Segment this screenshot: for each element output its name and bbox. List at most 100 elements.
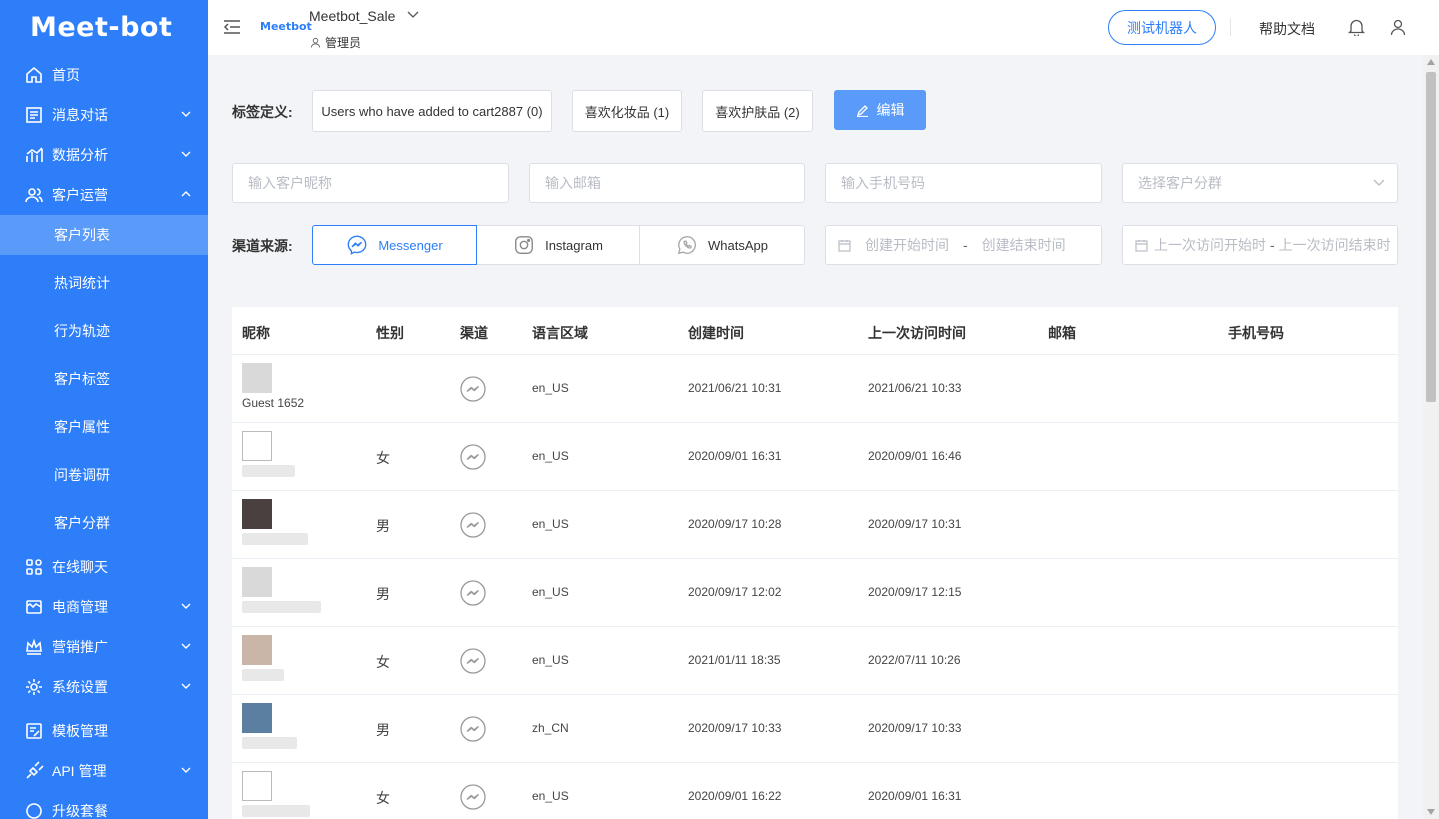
chevron-down-icon: [181, 603, 191, 609]
messenger-icon: [459, 579, 487, 607]
table-row[interactable]: 男 zh_CN 2020/09/17 10:33 2020/09/17 10:33: [232, 695, 1398, 763]
bell-icon[interactable]: [1348, 18, 1365, 36]
customer-last-visit: 2021/06/21 10:33: [868, 381, 962, 395]
redacted-nickname: [242, 805, 310, 817]
sidebar-item-api[interactable]: API 管理: [0, 751, 208, 791]
redacted-nickname: [242, 465, 295, 477]
customer-last-visit: 2020/09/01 16:46: [868, 449, 962, 463]
redacted-nickname: [242, 737, 297, 749]
sidebar-item-upgrade[interactable]: 升级套餐: [0, 791, 208, 819]
messenger-icon: [459, 647, 487, 675]
last-visit-range[interactable]: 上一次访问开始时 - 上一次访问结束时: [1122, 225, 1398, 265]
visit-start-placeholder: 上一次访问开始时: [1154, 237, 1266, 253]
chevron-down-icon: [181, 151, 191, 157]
customer-gender: 女: [376, 790, 390, 806]
col-phone: 手机号码: [1228, 325, 1284, 341]
chart-icon: [24, 145, 44, 165]
header-divider: [1230, 18, 1231, 36]
customer-gender: 女: [376, 654, 390, 670]
messenger-icon: [459, 783, 487, 811]
customer-last-visit: 2022/07/11 10:26: [868, 653, 961, 667]
tag-chip[interactable]: 喜欢护肤品 (2): [702, 90, 813, 132]
messenger-icon: [459, 375, 487, 403]
user-icon[interactable]: [1390, 18, 1406, 36]
scrollbar-thumb[interactable]: [1426, 72, 1436, 402]
visit-end-placeholder: 上一次访问结束时: [1278, 237, 1391, 253]
table-row[interactable]: 女 en_US 2021/01/11 18:35 2022/07/11 10:26: [232, 627, 1398, 695]
sidebar-item-customer-tags[interactable]: 客户标签: [0, 355, 208, 403]
calendar-icon: [838, 239, 851, 252]
role-label: 管理员: [325, 36, 362, 50]
table-row[interactable]: 女 en_US 2020/09/01 16:31 2020/09/01 16:46: [232, 423, 1398, 491]
top-header: Meetbot Meetbot_Sale 管理员 测试机器人 帮助文档: [208, 0, 1439, 55]
avatar: [242, 635, 272, 665]
range-separator: -: [963, 237, 968, 253]
edit-label: 编辑: [876, 102, 905, 118]
table-header: 昵称 性别 渠道 语言区域 创建时间 上一次访问时间 邮箱 手机号码: [232, 307, 1398, 355]
account-role: 管理员: [310, 34, 361, 51]
created-time-range[interactable]: 创建开始时间 - 创建结束时间: [825, 225, 1102, 265]
sidebar-item-behavior[interactable]: 行为轨迹: [0, 307, 208, 355]
segment-select[interactable]: 选择客户分群: [1122, 163, 1398, 203]
user-icon: [310, 37, 321, 48]
sidebar-item-live-chat[interactable]: 在线聊天: [0, 547, 208, 587]
help-docs-link[interactable]: 帮助文档: [1259, 19, 1315, 39]
chevron-down-icon: [181, 643, 191, 649]
table-row[interactable]: Guest 1652 en_US 2021/06/21 10:31 2021/06/2…: [232, 355, 1398, 423]
sidebar-item-hot-words[interactable]: 热词统计: [0, 259, 208, 307]
created-end-placeholder: 创建结束时间: [981, 237, 1066, 253]
tag-chip[interactable]: 喜欢化妆品 (1): [572, 90, 682, 132]
scroll-down-icon[interactable]: [1427, 809, 1435, 815]
sidebar-item-analytics[interactable]: 数据分析: [0, 135, 208, 175]
channel-label: Instagram: [545, 237, 603, 253]
sidebar-item-customer-ops[interactable]: 客户运营: [0, 175, 208, 215]
sidebar-item-label: API 管理: [52, 763, 107, 779]
table-row[interactable]: 男 en_US 2020/09/17 12:02 2020/09/17 12:15: [232, 559, 1398, 627]
crown-icon: [24, 637, 44, 657]
sidebar-item-messages[interactable]: 消息对话: [0, 95, 208, 135]
col-email: 邮箱: [1048, 325, 1076, 341]
test-bot-button[interactable]: 测试机器人: [1108, 10, 1216, 45]
chevron-up-icon: [181, 191, 191, 197]
sidebar-item-home[interactable]: 首页: [0, 55, 208, 95]
whatsapp-icon: [677, 236, 696, 255]
channel-label: Messenger: [378, 237, 443, 253]
channel-whatsapp[interactable]: WhatsApp: [639, 225, 805, 265]
sidebar-item-label: 升级套餐: [52, 803, 108, 819]
sidebar: Meet-bot 首页 消息对话 数据分析 客户运营 客户列表 热词统计 行为轨…: [0, 0, 208, 819]
chevron-down-icon[interactable]: [407, 10, 419, 20]
chevron-down-icon: [181, 683, 191, 689]
customer-locale: en_US: [532, 381, 569, 395]
table-row[interactable]: 女 en_US 2020/09/01 16:22 2020/09/01 16:31: [232, 763, 1398, 819]
home-icon: [24, 65, 44, 85]
email-input[interactable]: 输入邮箱: [529, 163, 805, 203]
tag-chip[interactable]: Users who have added to cart2887 (0): [312, 90, 552, 132]
sidebar-item-label: 首页: [52, 67, 80, 83]
sidebar-item-segments[interactable]: 客户分群: [0, 499, 208, 547]
customer-last-visit: 2020/09/17 12:15: [868, 585, 962, 599]
sidebar-item-settings[interactable]: 系统设置: [0, 667, 208, 707]
table-row[interactable]: 男 en_US 2020/09/17 10:28 2020/09/17 10:31: [232, 491, 1398, 559]
customer-locale: zh_CN: [532, 721, 569, 735]
app-logo: Meet-bot: [30, 12, 173, 43]
sidebar-item-marketing[interactable]: 营销推广: [0, 627, 208, 667]
channel-instagram[interactable]: Instagram: [476, 225, 640, 265]
vertical-scrollbar[interactable]: [1423, 55, 1439, 819]
customer-gender: 女: [376, 450, 390, 466]
edit-tags-button[interactable]: 编辑: [834, 90, 926, 130]
sidebar-item-customer-attrs[interactable]: 客户属性: [0, 403, 208, 451]
sidebar-item-survey[interactable]: 问卷调研: [0, 451, 208, 499]
col-created: 创建时间: [688, 325, 744, 341]
phone-input[interactable]: 输入手机号码: [825, 163, 1102, 203]
customer-locale: en_US: [532, 653, 569, 667]
range-separator: -: [1270, 237, 1275, 253]
nickname-input[interactable]: 输入客户昵称: [232, 163, 509, 203]
messenger-icon: [347, 235, 367, 255]
account-name[interactable]: Meetbot_Sale: [309, 8, 395, 24]
sidebar-item-ecommerce[interactable]: 电商管理: [0, 587, 208, 627]
sidebar-item-templates[interactable]: 模板管理: [0, 711, 208, 751]
sidebar-item-customer-list[interactable]: 客户列表: [0, 215, 208, 255]
channel-messenger[interactable]: Messenger: [312, 225, 477, 265]
scroll-up-icon[interactable]: [1427, 59, 1435, 65]
collapse-menu-icon[interactable]: [223, 19, 241, 35]
